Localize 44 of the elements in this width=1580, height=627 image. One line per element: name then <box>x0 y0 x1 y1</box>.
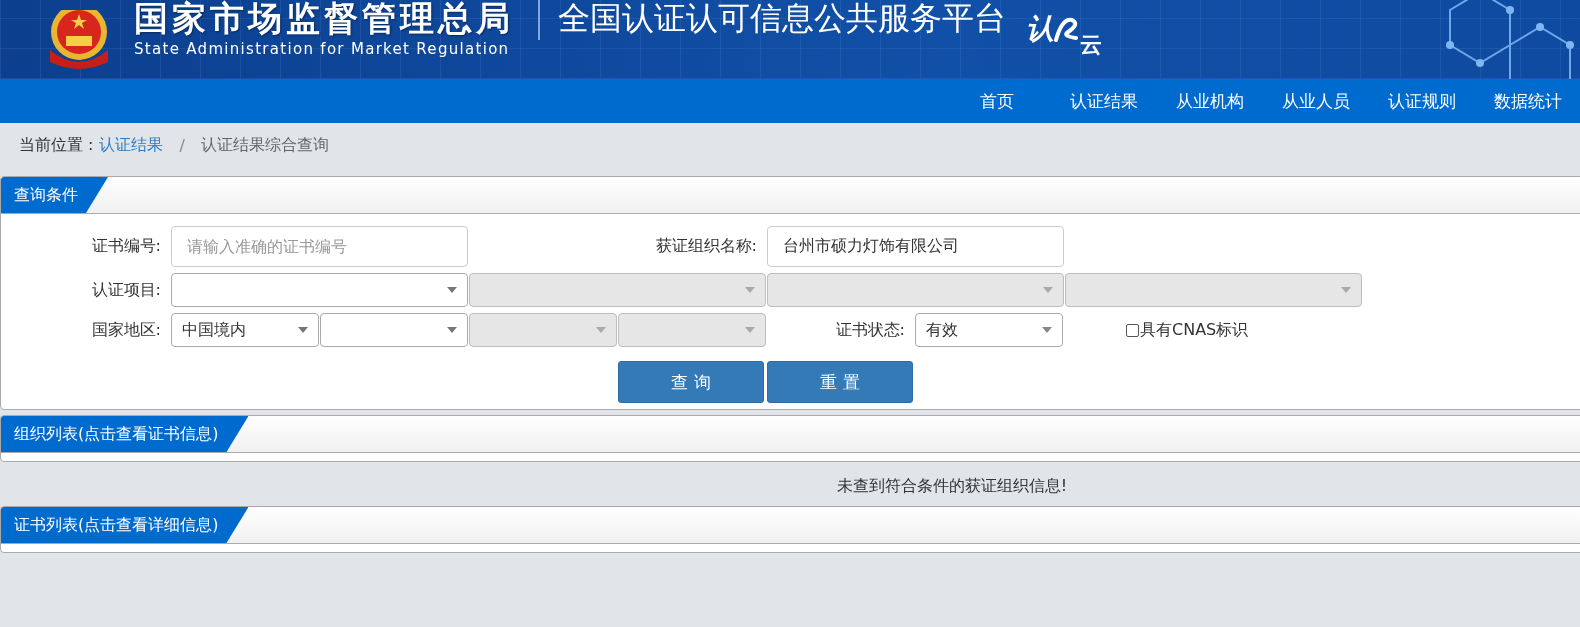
panel-title: 查询条件 <box>1 177 108 213</box>
panel-title: 组织列表(点击查看证书信息) <box>1 416 249 452</box>
field-label: 证书状态: <box>834 319 906 341</box>
nav-item[interactable]: 首页 <box>980 89 1014 113</box>
breadcrumb-link[interactable]: 认证结果 <box>99 134 164 156</box>
nav-item[interactable]: 认证结果 <box>1070 89 1138 113</box>
certificate-number-field[interactable]: 请输入准确的证书编号 <box>171 226 468 267</box>
panel-title: 证书列表(点击查看详细信息) <box>1 507 249 543</box>
caret-icon <box>447 287 457 293</box>
caret-icon <box>447 327 457 333</box>
nav-item[interactable]: 从业人员 <box>1282 89 1350 113</box>
caret-icon <box>1043 287 1053 293</box>
swoosh-icon <box>1054 15 1080 44</box>
caret-icon <box>298 327 308 333</box>
caret-icon <box>1042 327 1052 333</box>
caret-icon <box>596 327 606 333</box>
field-label: 证书编号: <box>90 236 162 257</box>
logo-text: 认 <box>1026 13 1054 44</box>
region-dropdown[interactable]: 中国境内 <box>171 313 319 347</box>
checkbox-label: 具有CNAS标识 <box>1140 319 1249 341</box>
action-button[interactable]: 重 置 <box>767 361 913 403</box>
empty-message: 未查到符合条件的获证组织信息! <box>836 476 1068 495</box>
logo-text: 云 <box>1080 33 1102 56</box>
status-dropdown[interactable]: 有效 <box>915 313 1063 347</box>
agency-name: 国家市场监督管理总局 <box>134 0 514 38</box>
nav-item[interactable]: 认证规则 <box>1388 89 1456 113</box>
project-dropdown[interactable] <box>171 273 468 307</box>
caret-icon <box>745 327 755 333</box>
action-button[interactable]: 查 询 <box>618 361 764 403</box>
agency-name-english: State Administration for Market Regulation <box>134 39 511 58</box>
organization-name-field[interactable]: 台州市硕力灯饰有限公司 <box>767 226 1064 267</box>
breadcrumb-current: 认证结果综合查询 <box>200 134 329 156</box>
breadcrumb-label: 当前位置 : <box>19 134 94 156</box>
field-label: 获证组织名称: <box>654 236 758 257</box>
platform-title: 全国认证认可信息公共服务平台 <box>558 0 1006 39</box>
nav-item[interactable]: 从业机构 <box>1176 89 1244 113</box>
nav-item[interactable]: 数据统计 <box>1494 89 1562 113</box>
caret-icon <box>745 287 755 293</box>
region-dropdown[interactable] <box>320 313 468 347</box>
field-label: 认证项目: <box>90 279 162 301</box>
cnas-checkbox[interactable] <box>1126 323 1139 337</box>
breadcrumb-separator: / <box>179 135 185 155</box>
field-label: 国家地区: <box>90 319 162 341</box>
caret-icon <box>1341 287 1351 293</box>
